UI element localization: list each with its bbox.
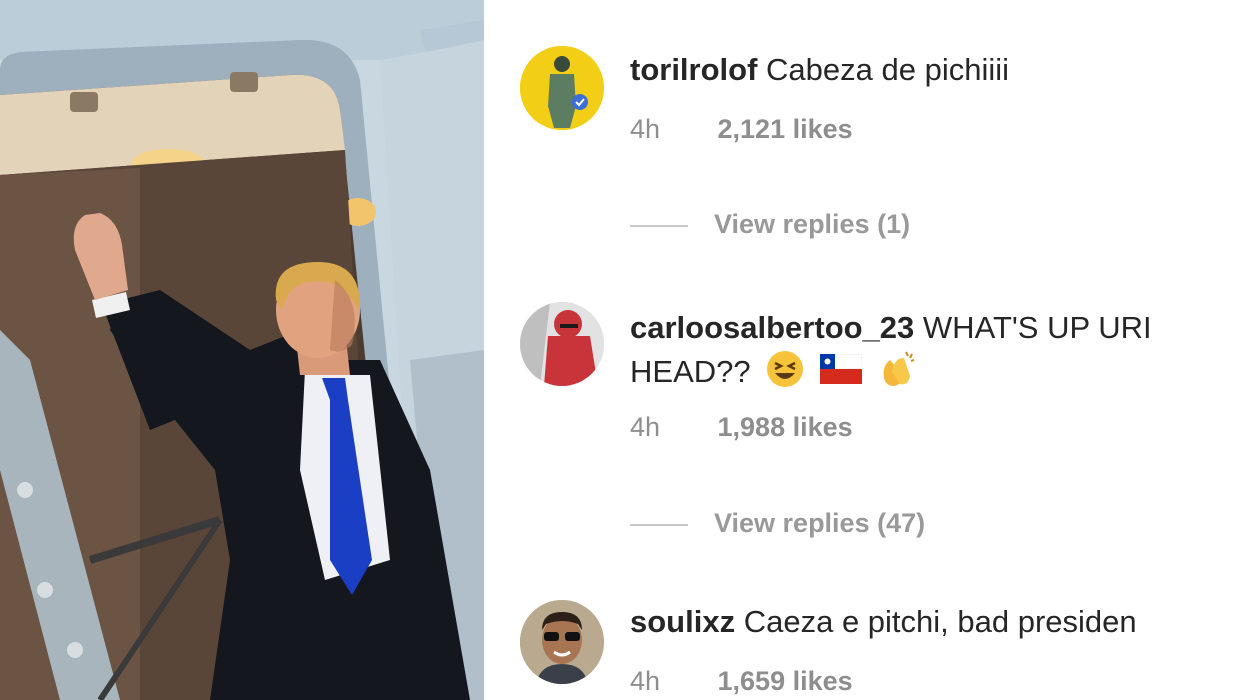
comment-time[interactable]: 4h <box>630 412 710 443</box>
avatar-image <box>520 600 604 684</box>
avatar[interactable] <box>520 46 604 130</box>
avatar[interactable] <box>520 600 604 684</box>
comment-username[interactable]: torilrolof <box>630 52 757 87</box>
chile-flag-icon <box>819 353 863 394</box>
view-replies-label: View replies (47) <box>714 508 926 538</box>
view-replies-label: View replies (1) <box>714 209 911 239</box>
comment-meta: 4h 1,659 likes <box>630 666 853 697</box>
comments-panel: torilrolof Cabeza de pichiiii 4h 2,121 l… <box>484 0 1245 700</box>
comment-username[interactable]: carloosalbertoo_23 <box>630 310 914 345</box>
comment-text: torilrolof Cabeza de pichiiii <box>630 50 1009 90</box>
comment-body-line2: HEAD?? <box>630 354 751 390</box>
comment-likes[interactable]: 1,988 likes <box>718 412 853 442</box>
comment-time[interactable]: 4h <box>630 666 710 697</box>
screenshot-root: torilrolof Cabeza de pichiiii 4h 2,121 l… <box>0 0 1245 700</box>
avatar[interactable] <box>520 302 604 386</box>
comment-meta: 4h 2,121 likes <box>630 114 853 145</box>
view-replies-button[interactable]: View replies (47) <box>630 508 925 539</box>
laughing-face-icon <box>765 349 805 399</box>
comment-meta: 4h 1,988 likes <box>630 412 853 443</box>
comment-text: soulixz Caeza e pitchi, bad presiden <box>630 602 1137 642</box>
comment-body: Caeza e pitchi, bad presiden <box>743 604 1137 639</box>
comment-likes[interactable]: 1,659 likes <box>718 666 853 696</box>
replies-divider <box>630 523 688 526</box>
avatar-image <box>520 302 604 386</box>
photo-illustration <box>0 0 484 700</box>
avatar-image <box>520 46 604 130</box>
news-photo <box>0 0 484 700</box>
view-replies-button[interactable]: View replies (1) <box>630 209 910 240</box>
comment-body-line1: WHAT'S UP URI <box>922 310 1152 345</box>
clapping-hands-icon <box>876 348 918 400</box>
replies-divider <box>630 224 688 227</box>
comment-username[interactable]: soulixz <box>630 604 735 639</box>
comment-time[interactable]: 4h <box>630 114 710 145</box>
comment-likes[interactable]: 2,121 likes <box>718 114 853 144</box>
comment-body: Cabeza de pichiiii <box>766 52 1010 87</box>
comment-text: carloosalbertoo_23 WHAT'S UP URI HEAD?? <box>630 308 1152 400</box>
